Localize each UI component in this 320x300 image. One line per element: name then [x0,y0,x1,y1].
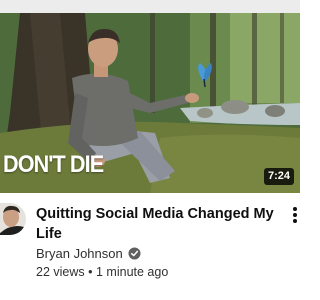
video-title[interactable]: Quitting Social Media Changed My Life [36,204,276,244]
more-options-icon[interactable] [292,207,300,227]
upload-age: 1 minute ago [96,265,169,279]
top-divider-strip [0,0,300,13]
video-thumbnail[interactable]: DON'T DIE 7:24 [0,13,300,193]
video-meta: 22 views • 1 minute ago [36,265,168,279]
video-card[interactable]: DON'T DIE 7:24 Quitting Social Media Cha… [0,0,300,300]
avatar-image [0,203,26,235]
meta-separator: • [88,265,93,279]
verified-badge-icon [128,247,141,260]
view-count: 22 views [36,265,85,279]
thumbnail-overlay-text: DON'T DIE [3,151,104,178]
channel-avatar[interactable] [0,203,26,235]
video-duration-badge: 7:24 [263,168,294,186]
channel-name[interactable]: Bryan Johnson [36,246,123,261]
channel-row[interactable]: Bryan Johnson [36,246,141,261]
